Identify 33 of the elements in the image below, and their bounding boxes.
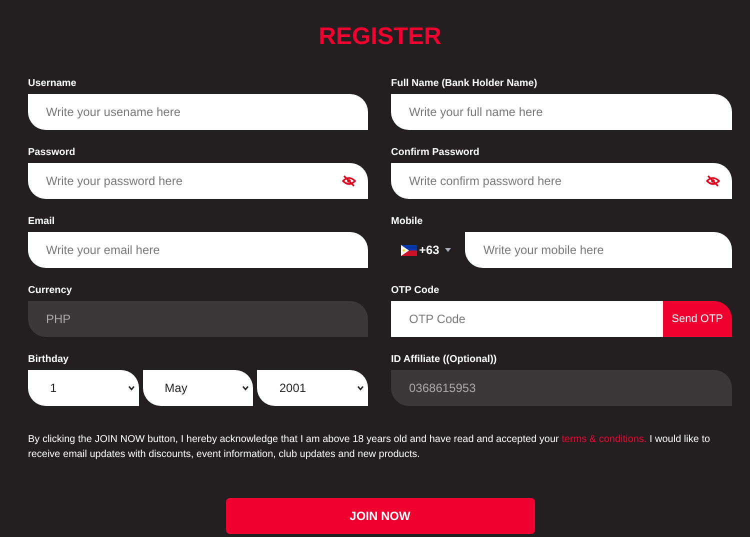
input-field[interactable]: Write your mobile here [465,232,732,268]
input-field[interactable]: Write your full name here [391,94,732,130]
terms-link[interactable]: terms & conditions. [562,434,647,445]
flag-icon [401,244,417,256]
join-now-button[interactable]: JOIN NOW [226,498,534,534]
input-field[interactable]: Write your usename here [28,94,368,130]
dropdown[interactable]: 2001 [257,370,368,406]
page-title: REGISTER [318,22,442,52]
field-label: Birthday [28,354,69,366]
caret-icon [357,385,364,391]
country-code-dropdown[interactable]: +63 [391,232,462,268]
dropdown[interactable]: 1 [28,370,139,406]
field-label: Currency [28,285,72,297]
field-label: OTP Code [391,285,440,297]
input-field[interactable]: Write your email here [28,232,368,268]
field-label: Username [28,78,76,90]
field-label: Mobile [391,216,423,228]
field-label: Full Name (Bank Holder Name) [391,78,538,90]
caret-icon [128,385,135,391]
eye-off-icon[interactable] [342,175,356,187]
send-otp-button[interactable]: Send OTP [662,301,732,337]
field-label: Confirm Password [391,147,480,159]
caret-icon [242,385,250,391]
caret-icon [445,248,452,252]
input-field[interactable]: OTP Code [391,301,663,337]
field-label: Password [28,147,76,159]
eye-off-icon[interactable] [706,175,720,187]
field-label: Email [28,216,55,228]
dropdown[interactable]: May [142,370,254,406]
input-field[interactable]: Write confirm password here [391,163,732,199]
consent-text: By clicking the JOIN NOW button, I hereby acknowledge that I am above 18 years old and have read and accepted your terms & conditions. I would like to receive email updates with discounts, event information, club updates and new products. [28,433,712,462]
input-field[interactable]: Write your password here [28,163,368,199]
field-label: ID Affiliate ((Optional)) [391,354,497,366]
